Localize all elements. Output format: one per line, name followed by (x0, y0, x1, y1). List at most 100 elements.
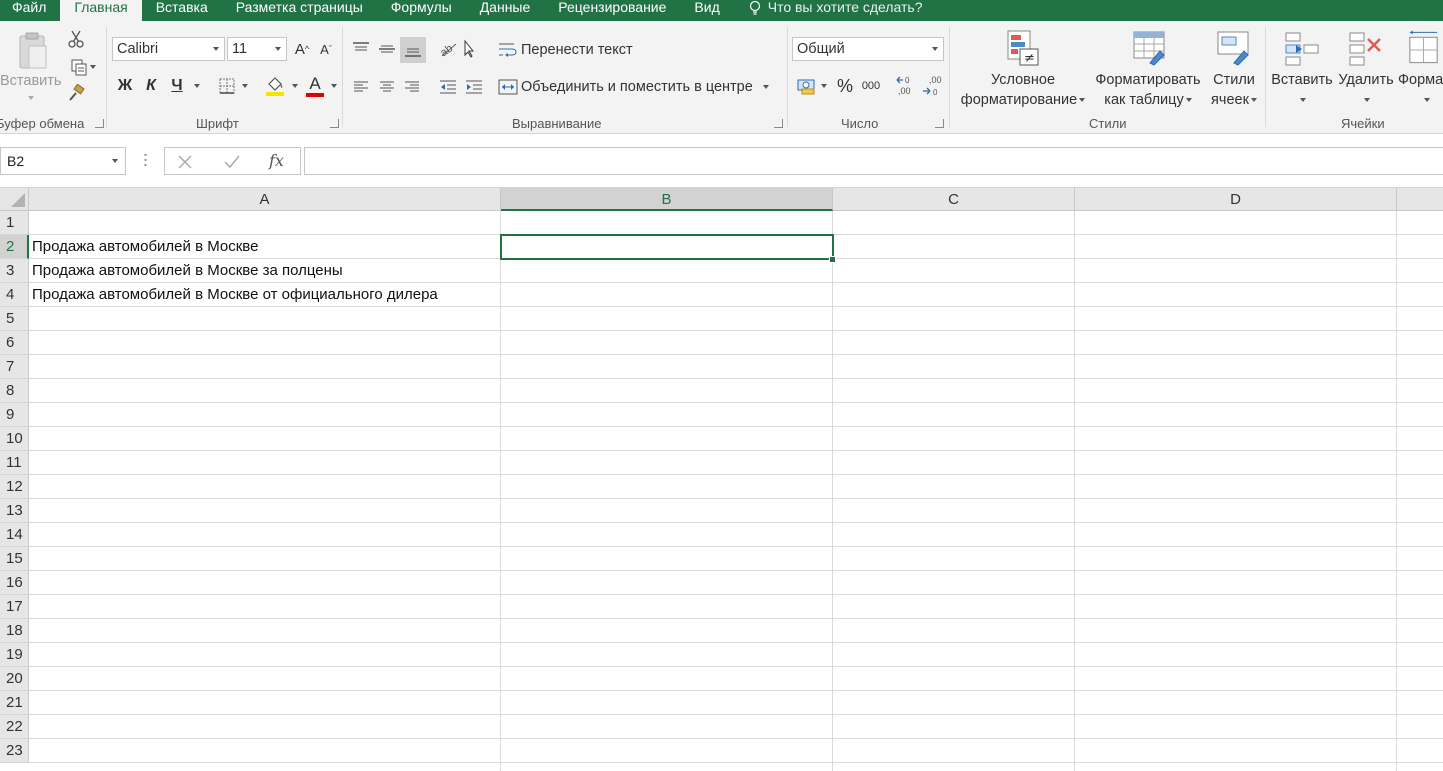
align-center-button[interactable] (375, 75, 399, 99)
format-as-table-icon-wrap[interactable] (1128, 29, 1172, 67)
row-header-18[interactable]: 18 (0, 619, 29, 643)
format-cells-button[interactable]: Форма (1398, 70, 1443, 110)
italic-button[interactable]: К (140, 75, 162, 97)
row-header-6[interactable]: 6 (0, 331, 29, 355)
thousands-separator-button[interactable]: 000 (858, 75, 884, 97)
align-bottom-button[interactable] (400, 37, 426, 63)
increase-decimal-button[interactable]: 0 ,00 (894, 73, 918, 99)
orientation-button[interactable]: ab (436, 37, 476, 61)
row-header-14[interactable]: 14 (0, 523, 29, 547)
tab-insert[interactable]: Вставка (142, 0, 222, 21)
row-header-16[interactable]: 16 (0, 571, 29, 595)
grow-font-button[interactable]: A ^ (292, 39, 312, 59)
paste-dropdown[interactable] (24, 93, 36, 103)
column-header-b[interactable]: B (501, 188, 833, 211)
conditional-formatting-icon-wrap[interactable]: ≠ (1000, 29, 1044, 67)
shrink-font-button[interactable]: Aˇ (316, 39, 336, 59)
row-header-22[interactable]: 22 (0, 715, 29, 739)
tab-page-layout[interactable]: Разметка страницы (222, 0, 377, 21)
row-header-10[interactable]: 10 (0, 427, 29, 451)
percent-button[interactable]: % (834, 75, 856, 97)
format-painter-button[interactable] (66, 83, 86, 103)
increase-indent-button[interactable] (462, 75, 486, 99)
format-cells-icon-wrap[interactable] (1404, 29, 1443, 67)
conditional-formatting-button[interactable]: Условное форматирование (955, 70, 1091, 110)
tab-view[interactable]: Вид (680, 0, 733, 21)
insert-cells-button[interactable]: Вставить (1268, 70, 1336, 110)
row-header-23[interactable]: 23 (0, 739, 29, 763)
cancel-icon[interactable] (177, 154, 193, 170)
column-header-c[interactable]: C (833, 188, 1075, 211)
row-header-3[interactable]: 3 (0, 259, 29, 283)
font-name-select[interactable]: Calibri (112, 37, 225, 61)
align-left-button[interactable] (349, 75, 373, 99)
row-header-1[interactable]: 1 (0, 211, 29, 235)
row-header-13[interactable]: 13 (0, 499, 29, 523)
row-header-9[interactable]: 9 (0, 403, 29, 427)
gridline (29, 618, 1443, 619)
paste-button[interactable] (6, 27, 58, 77)
tab-review[interactable]: Рецензирование (544, 0, 680, 21)
format-as-table-button[interactable]: Форматировать как таблицу (1090, 70, 1206, 110)
bold-button[interactable]: Ж (114, 75, 136, 97)
number-launcher-icon[interactable] (935, 119, 944, 128)
copy-button[interactable] (66, 57, 100, 77)
cell-a2[interactable]: Продажа автомобилей в Москве (32, 235, 258, 259)
decrease-indent-button[interactable] (436, 75, 460, 99)
cut-button[interactable] (66, 29, 86, 49)
currency-format-button[interactable] (794, 75, 830, 97)
cell-a4[interactable]: Продажа автомобилей в Москве от официаль… (32, 283, 438, 307)
merge-center-button[interactable]: Объединить и поместить в центре (498, 76, 769, 98)
align-middle-button[interactable] (375, 37, 399, 61)
row-header-5[interactable]: 5 (0, 307, 29, 331)
font-launcher-icon[interactable] (330, 119, 339, 128)
formula-input[interactable] (304, 147, 1443, 175)
row-header-15[interactable]: 15 (0, 547, 29, 571)
clipboard-launcher-icon[interactable] (95, 119, 104, 128)
tab-formulas[interactable]: Формулы (377, 0, 466, 21)
row-header-21[interactable]: 21 (0, 691, 29, 715)
decrease-decimal-button[interactable]: ,00 0 (920, 73, 944, 99)
tell-me-search[interactable]: Что вы хотите сделать? (734, 0, 923, 21)
worksheet-grid[interactable]: A B C D 1 2 3 4 5 6 7 8 9 10 11 12 13 14 15 16 17 18 19 20 2… (0, 188, 1443, 771)
resize-dots-icon[interactable] (144, 153, 147, 167)
check-icon[interactable] (223, 154, 241, 170)
font-size-select[interactable]: 11 (227, 37, 287, 61)
delete-cells-icon-wrap[interactable] (1344, 29, 1388, 67)
align-right-button[interactable] (400, 75, 424, 99)
row-header-19[interactable]: 19 (0, 643, 29, 667)
cell-styles-icon-wrap[interactable] (1212, 29, 1256, 67)
column-header-next[interactable] (1397, 188, 1443, 211)
row-header-4[interactable]: 4 (0, 283, 29, 307)
cell-a3[interactable]: Продажа автомобилей в Москве за полцены (32, 259, 343, 283)
font-color-button[interactable]: A (302, 75, 340, 97)
alignment-launcher-icon[interactable] (774, 119, 783, 128)
delete-cells-button[interactable]: Удалить (1336, 70, 1396, 110)
row-header-7[interactable]: 7 (0, 355, 29, 379)
row-header-11[interactable]: 11 (0, 451, 29, 475)
underline-dropdown[interactable] (190, 79, 202, 93)
wrap-text-button[interactable]: Перенести текст (498, 39, 633, 61)
fill-handle[interactable] (829, 256, 836, 263)
column-header-d[interactable]: D (1075, 188, 1397, 211)
insert-function-icon[interactable]: fx (269, 151, 284, 170)
tab-data[interactable]: Данные (466, 0, 545, 21)
name-box[interactable]: B2 (0, 147, 126, 175)
underline-button[interactable]: Ч (166, 75, 188, 97)
column-header-a[interactable]: A (29, 188, 501, 211)
fill-color-button[interactable] (262, 75, 300, 97)
insert-cells-icon-wrap[interactable] (1280, 29, 1324, 67)
select-all-button[interactable] (0, 188, 29, 211)
align-top-button[interactable] (349, 37, 373, 61)
borders-button[interactable] (214, 75, 252, 97)
selected-cell-b2[interactable] (500, 234, 834, 260)
number-format-select[interactable]: Общий (792, 37, 944, 61)
cell-styles-button[interactable]: Стили ячеек (1206, 70, 1262, 110)
row-header-2[interactable]: 2 (0, 235, 29, 259)
tab-file[interactable]: Файл (0, 0, 60, 21)
row-header-12[interactable]: 12 (0, 475, 29, 499)
row-header-20[interactable]: 20 (0, 667, 29, 691)
row-header-17[interactable]: 17 (0, 595, 29, 619)
row-header-8[interactable]: 8 (0, 379, 29, 403)
tab-home[interactable]: Главная (60, 0, 142, 21)
